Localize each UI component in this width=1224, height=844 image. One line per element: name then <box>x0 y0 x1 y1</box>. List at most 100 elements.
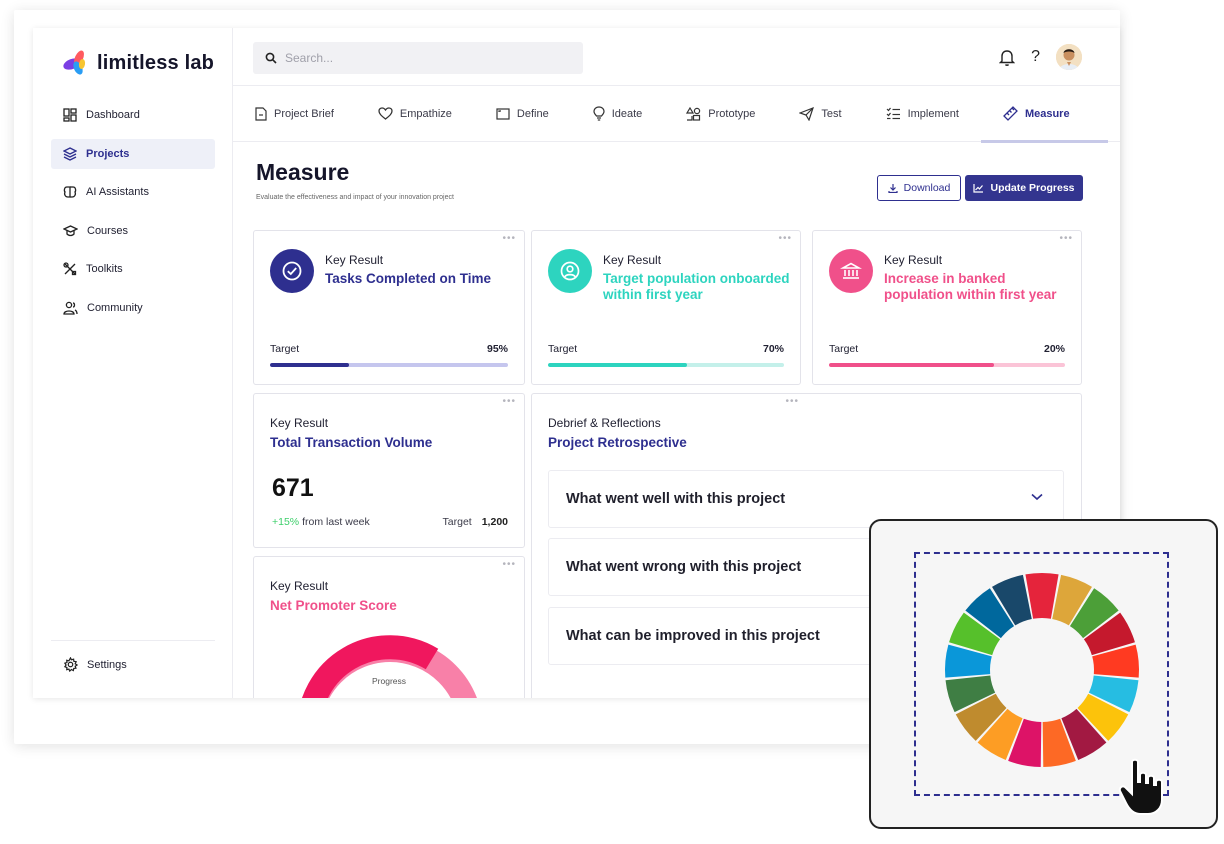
users-icon <box>63 301 78 315</box>
tab-measure[interactable]: Measure <box>980 86 1108 143</box>
target-label: Target <box>442 516 472 528</box>
kr-icon-container <box>829 249 873 293</box>
progress-bar-fill <box>270 363 349 367</box>
avatar[interactable] <box>1056 44 1082 70</box>
update-progress-button[interactable]: Update Progress <box>965 175 1083 201</box>
tab-project-brief[interactable]: Project Brief <box>233 86 356 141</box>
sdg-popup[interactable] <box>869 519 1218 829</box>
sidebar-item-ai-assistants[interactable]: AI Assistants <box>51 177 215 207</box>
more-options-icon[interactable]: ••• <box>502 559 516 570</box>
more-options-icon[interactable]: ••• <box>785 396 799 407</box>
target-label: Target <box>829 343 859 355</box>
progress-bar <box>829 363 1065 367</box>
chart-line-icon <box>973 184 984 193</box>
brand-logo[interactable]: limitless lab <box>61 48 214 78</box>
paper-plane-icon <box>799 106 815 121</box>
brain-icon <box>63 186 77 198</box>
download-button[interactable]: Download <box>877 175 961 201</box>
kr-icon-container <box>270 249 314 293</box>
kr-label: Key Result <box>270 416 329 430</box>
logo-icon <box>63 50 86 75</box>
user-circle-icon <box>560 261 580 281</box>
sidebar-item-projects[interactable]: Projects <box>51 138 215 169</box>
target-value: 70% <box>762 343 784 355</box>
search-input[interactable] <box>285 51 565 65</box>
sidebar-item-label: Dashboard <box>86 109 140 121</box>
change-row: +15% from last week <box>272 516 370 528</box>
tab-implement[interactable]: Implement <box>864 86 981 141</box>
key-result-card[interactable]: ••• Key Result Increase in banked popula… <box>812 230 1082 385</box>
tab-label: Implement <box>907 107 959 120</box>
sidebar-item-label: Community <box>87 301 143 314</box>
sidebar-item-toolkits[interactable]: Toolkits <box>51 254 215 284</box>
sidebar-nav: Dashboard Projects AI Assistants Courses… <box>51 100 215 331</box>
tools-icon <box>63 262 77 276</box>
update-progress-label: Update Progress <box>990 182 1075 194</box>
nps-card[interactable]: ••• Key Result Net Promoter Score Progre… <box>253 556 525 698</box>
sidebar-item-dashboard[interactable]: Dashboard <box>51 100 215 130</box>
frame-icon <box>496 107 510 120</box>
chevron-down-icon[interactable] <box>1031 493 1043 501</box>
ruler-icon <box>1003 106 1018 121</box>
tab-label: Prototype <box>708 107 756 120</box>
sidebar-item-label: Toolkits <box>86 263 123 275</box>
top-actions: ? <box>999 44 1082 70</box>
sidebar-item-settings[interactable]: Settings <box>63 657 127 672</box>
more-options-icon[interactable]: ••• <box>1059 233 1073 244</box>
tab-empathize[interactable]: Empathize <box>356 86 474 141</box>
lightbulb-icon <box>593 106 605 121</box>
top-bar: ? <box>233 28 1120 86</box>
tab-label: Empathize <box>399 107 452 120</box>
sdg-segment <box>1025 573 1059 619</box>
page-subtitle: Evaluate the effectiveness and impact of… <box>256 194 454 201</box>
sidebar: limitless lab Dashboard Projects AI Assi… <box>33 28 233 698</box>
target-label: Target <box>270 343 300 355</box>
sidebar-item-label: AI Assistants <box>86 186 149 198</box>
accordion-question: What went well with this project <box>566 491 786 507</box>
sdg-wheel-logo[interactable] <box>943 571 1141 769</box>
kr-label: Key Result <box>884 253 943 267</box>
check-circle-icon <box>282 261 302 281</box>
tab-label: Ideate <box>611 107 643 120</box>
volume-value: 671 <box>272 474 314 502</box>
kr-title: Total Transaction Volume <box>270 435 433 450</box>
nps-progress-label: Progress <box>371 676 406 686</box>
help-icon[interactable]: ? <box>1031 48 1040 66</box>
layers-icon <box>63 146 77 161</box>
kr-icon-container <box>548 249 592 293</box>
more-options-icon[interactable]: ••• <box>502 233 516 244</box>
transaction-volume-card[interactable]: ••• Key Result Total Transaction Volume … <box>253 393 525 548</box>
hand-cursor-icon <box>1118 758 1163 815</box>
sidebar-item-courses[interactable]: Courses <box>51 216 215 246</box>
tab-define[interactable]: Define <box>474 86 571 141</box>
kr-label: Key Result <box>603 253 662 267</box>
dashboard-icon <box>63 108 77 122</box>
accordion-question: What can be improved in this project <box>566 628 820 644</box>
kr-title: Net Promoter Score <box>270 598 397 613</box>
change-percent: +15% <box>272 516 300 528</box>
search-box[interactable] <box>253 42 583 74</box>
key-result-card[interactable]: ••• Key Result Tasks Completed on Time T… <box>253 230 525 385</box>
sidebar-item-community[interactable]: Community <box>51 293 215 323</box>
tab-prototype[interactable]: Prototype <box>664 86 777 141</box>
more-options-icon[interactable]: ••• <box>502 396 516 407</box>
document-icon <box>255 106 267 121</box>
tab-test[interactable]: Test <box>777 86 863 141</box>
key-result-card[interactable]: ••• Key Result Target population onboard… <box>531 230 801 385</box>
search-icon <box>265 52 277 64</box>
tab-ideate[interactable]: Ideate <box>571 86 665 141</box>
target-row: Target 20% <box>829 343 1065 355</box>
nps-gauge <box>302 635 477 698</box>
progress-bar-fill <box>548 363 688 367</box>
more-options-icon[interactable]: ••• <box>778 233 792 244</box>
kr-label: Key Result <box>270 579 329 593</box>
bell-icon[interactable] <box>999 49 1016 66</box>
nps-gauge-fill <box>302 635 439 698</box>
download-label: Download <box>903 182 951 194</box>
target-row: Target 95% <box>270 343 508 355</box>
page-title: Measure <box>256 159 350 185</box>
progress-bar <box>270 363 508 367</box>
heart-icon <box>378 107 393 120</box>
checklist-icon <box>886 107 900 120</box>
tab-label: Project Brief <box>274 107 334 120</box>
